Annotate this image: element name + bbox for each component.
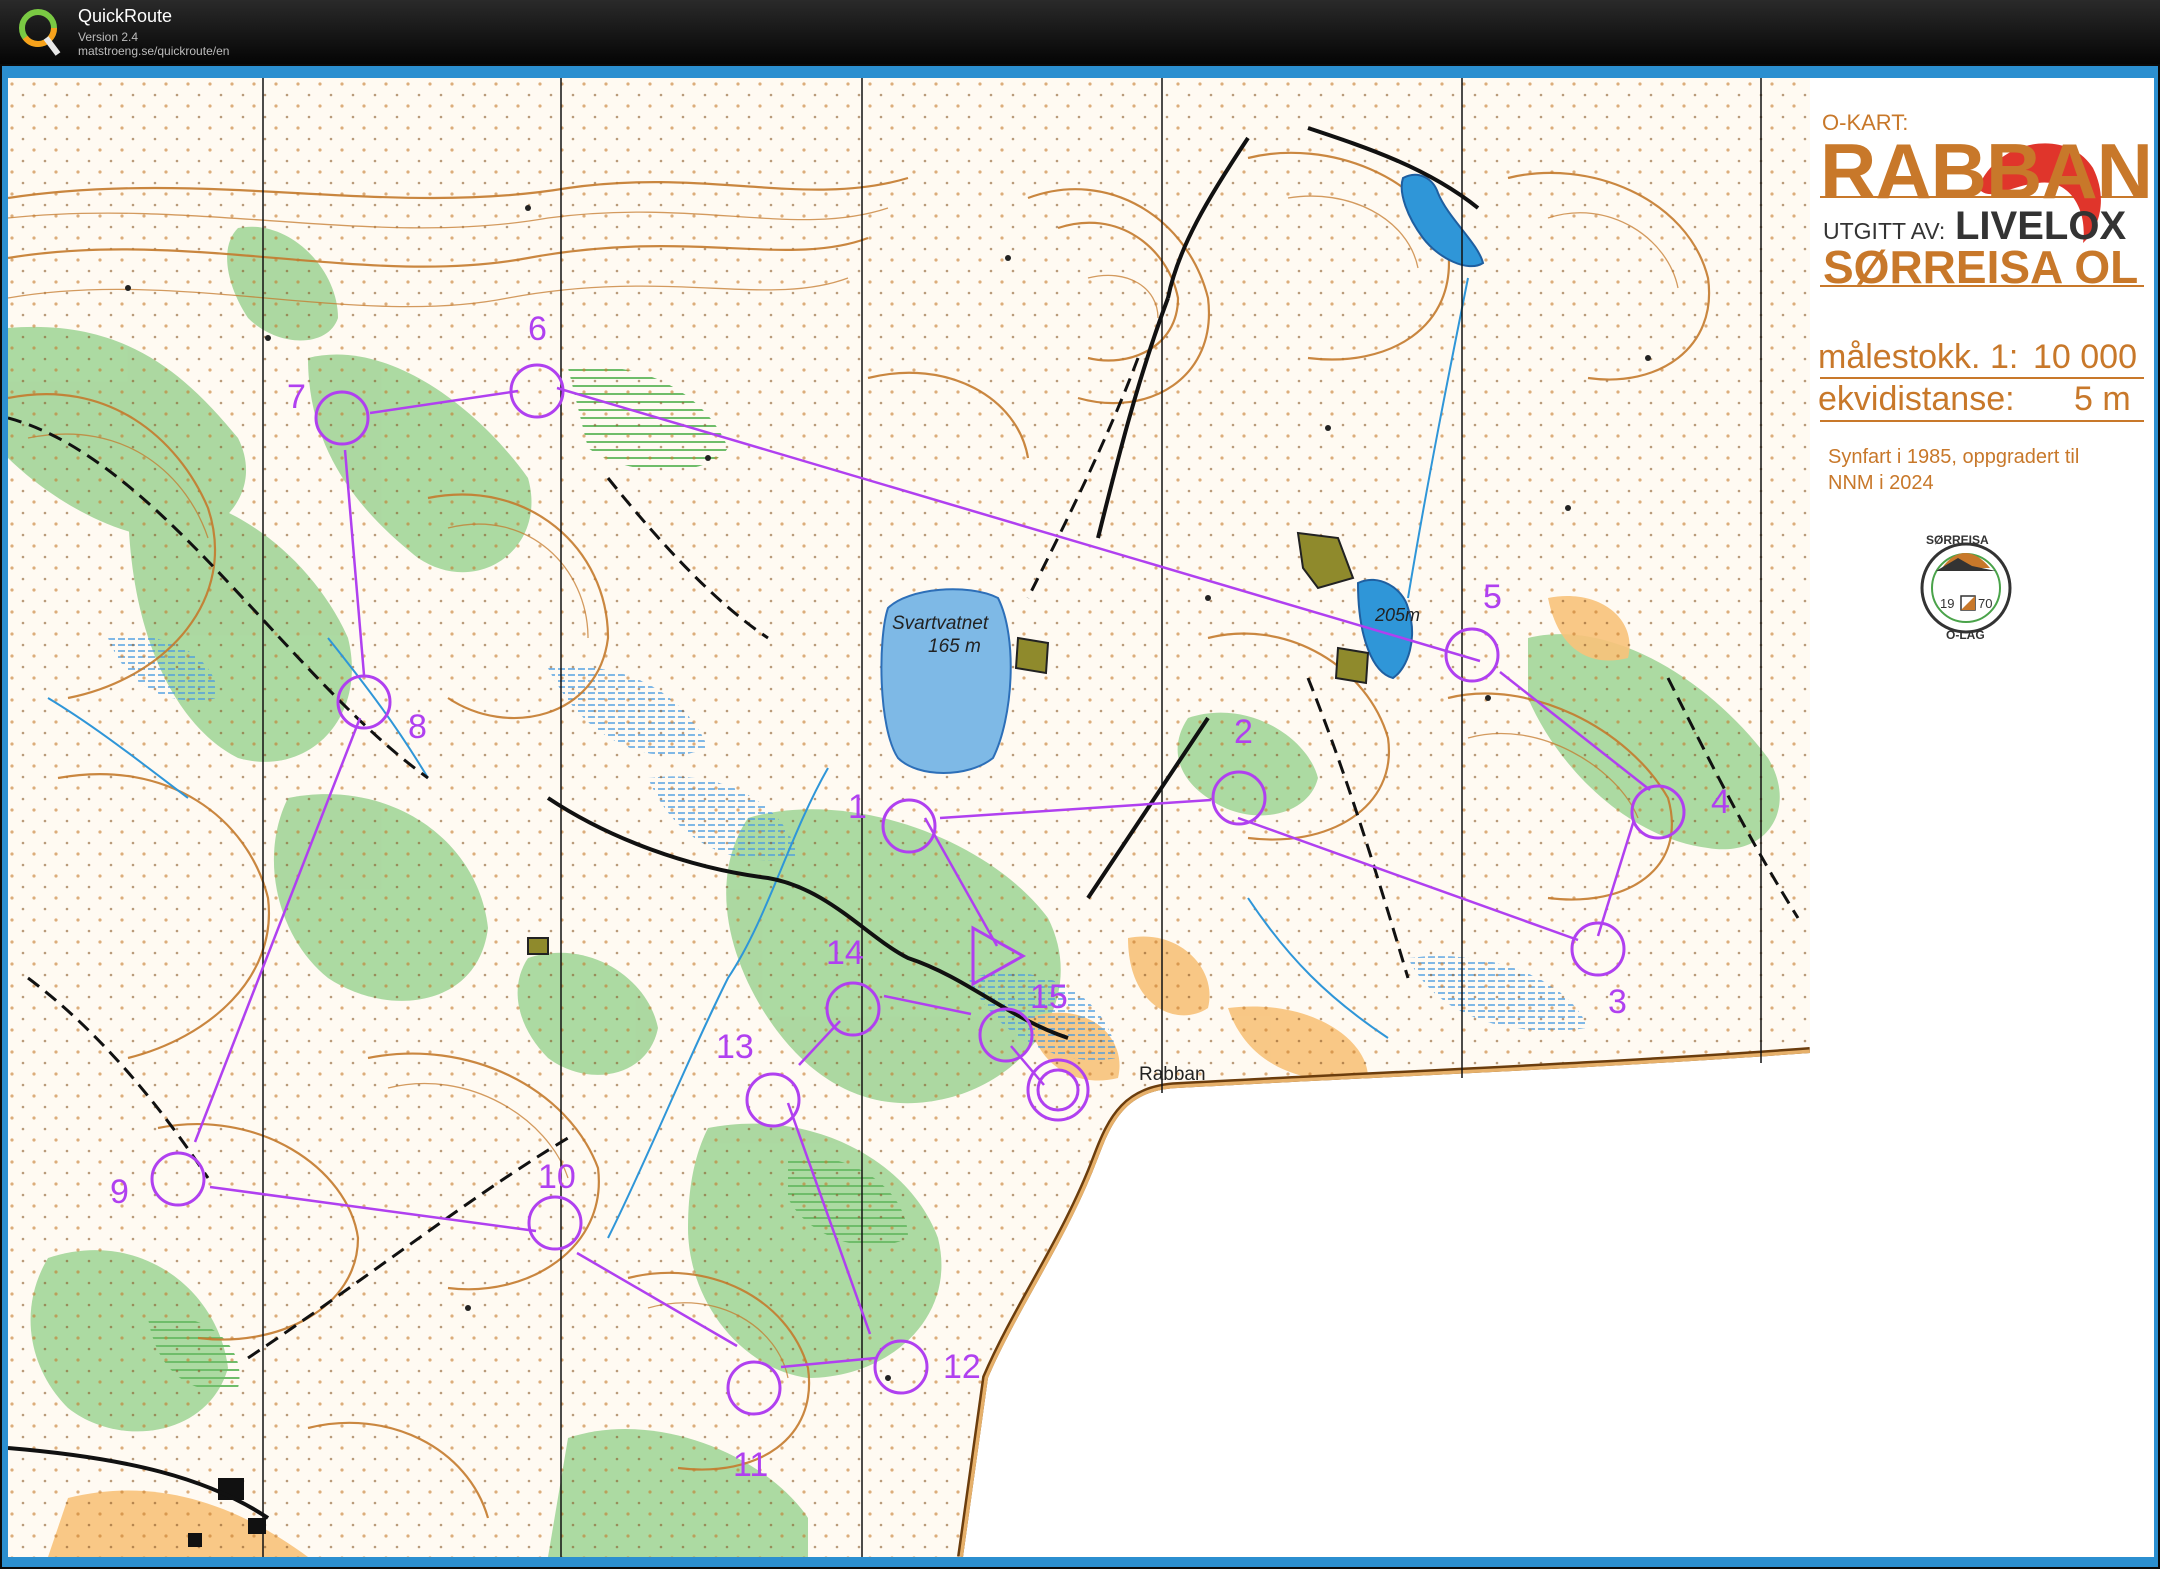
club-logo-year-right: 70 [1978,596,1993,611]
control-number-14: 14 [826,934,864,972]
title-bar: QuickRoute Version 2.4 matstroeng.se/qui… [0,0,2160,64]
terrain-layer [8,78,1810,1557]
club-logo-icon [1920,542,2012,634]
map-canvas[interactable] [8,78,2154,1557]
app-version: Version 2.4 [78,30,139,44]
control-number-15: 15 [1030,978,1068,1016]
lake-name: Svartvatnet [892,613,989,634]
control-number-1: 1 [848,788,867,826]
app-title: QuickRoute [78,6,173,26]
control-number-6: 6 [528,310,547,348]
legend-panel [1810,78,2154,1557]
scale-label: målestokk. 1: [1818,338,2019,376]
app-url[interactable]: matstroeng.se/quickroute/en [78,44,229,58]
club-logo-bottom-text: O-LAG [1946,628,1985,642]
contour-interval-value: 5 m [2074,380,2131,418]
control-number-3: 3 [1608,983,1627,1021]
control-number-4: 4 [1711,783,1730,821]
control-number-8: 8 [408,708,427,746]
map-history-line2: NNM i 2024 [1828,472,1934,494]
control-number-11: 11 [733,1446,769,1484]
orienteering-map[interactable]: O-KART: RABBAN UTGITT AV: LIVELOX SØRREI… [8,78,2154,1557]
control-number-12: 12 [943,1348,981,1386]
quickroute-logo-icon [19,9,61,56]
lake-height: 165 m [928,636,981,657]
scale-value: 10 000 [2033,338,2137,376]
map-history-line1: Synfart i 1985, oppgradert til [1828,446,2080,468]
club-logo-year-left: 19 [1940,596,1955,611]
hill-height: 205m [1375,605,1421,625]
control-number-7: 7 [287,378,306,416]
club-name: SØRREISA OL [1823,241,2139,293]
club-logo-top-text: SØRREISA [1926,533,1989,547]
control-number-10: 10 [538,1158,576,1196]
road-place-name: Rabban [1139,1064,1206,1085]
control-number-5: 5 [1483,578,1502,616]
contour-interval-label: ekvidistanse: [1818,380,2015,418]
control-number-9: 9 [110,1173,129,1211]
control-number-2: 2 [1234,713,1253,751]
control-number-13: 13 [716,1028,754,1066]
